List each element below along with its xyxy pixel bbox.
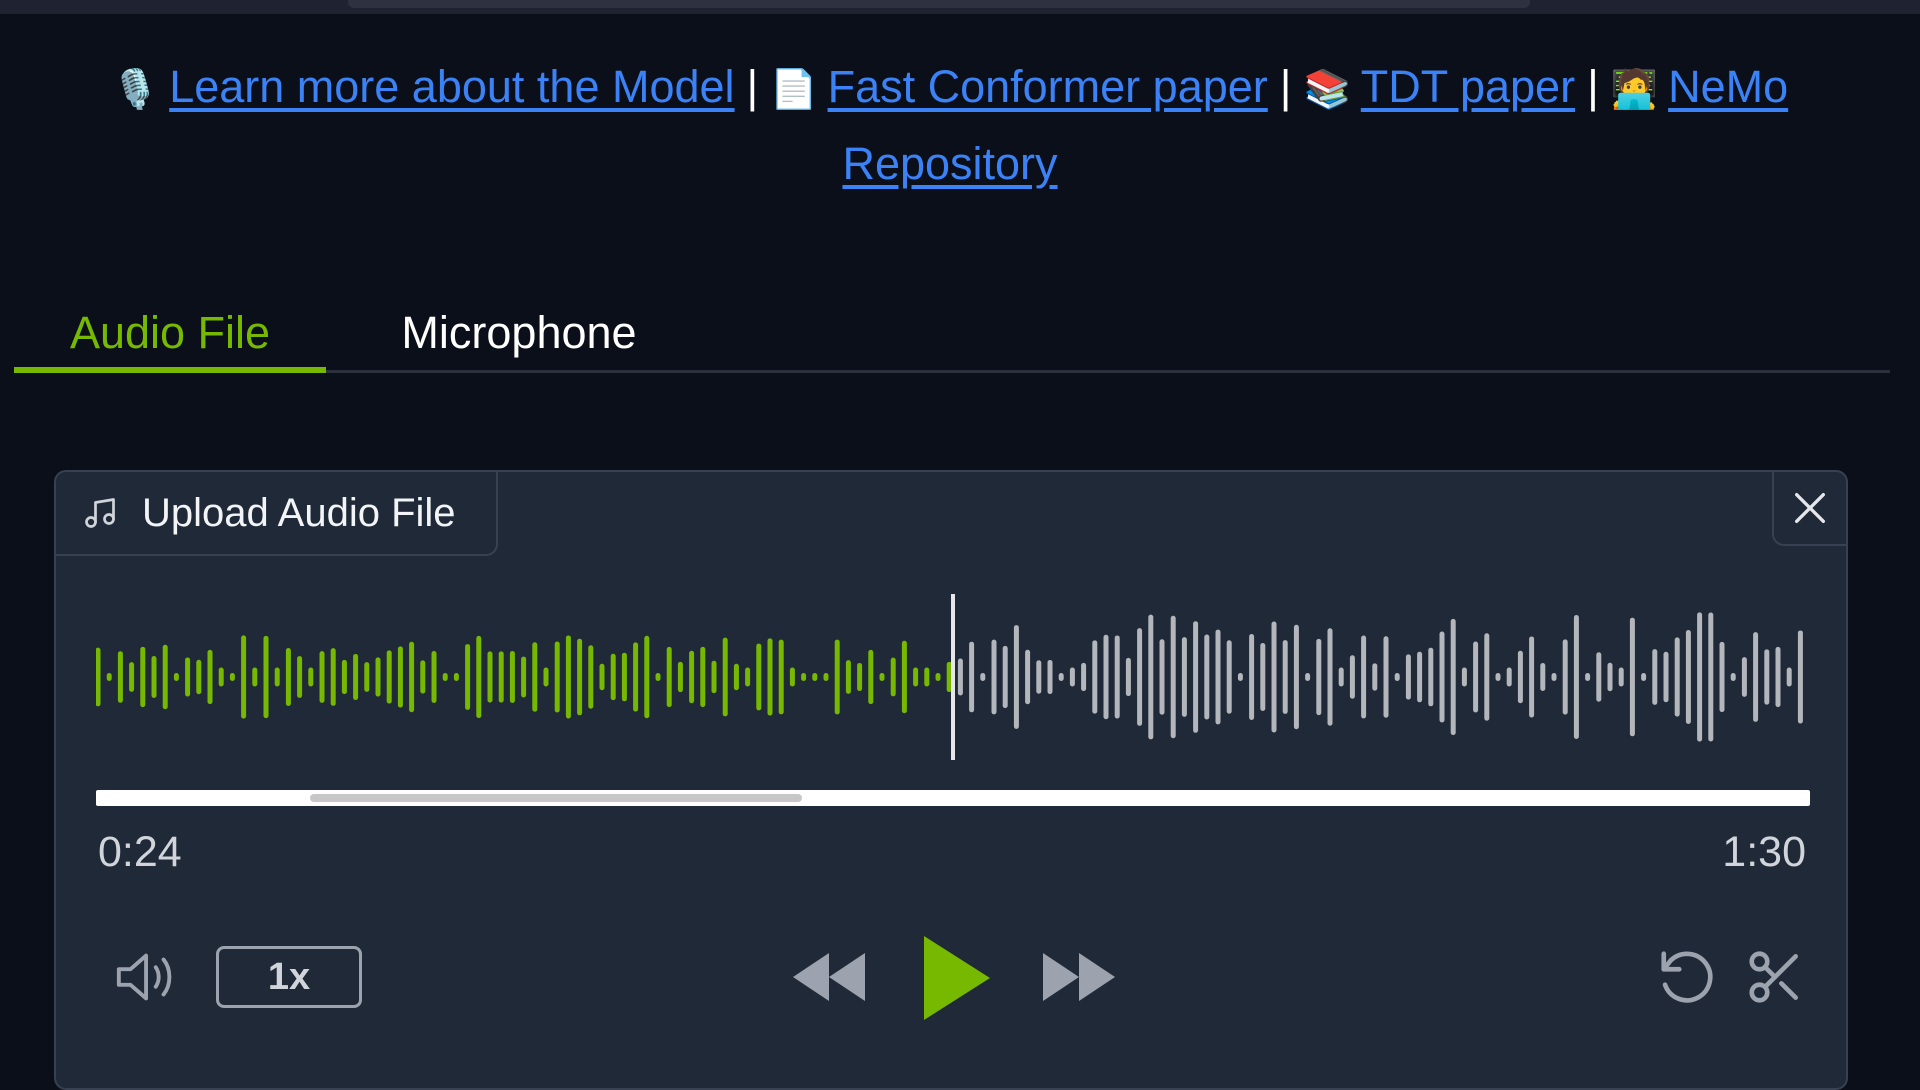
tab-microphone[interactable]: Microphone (354, 296, 684, 370)
top-scrollbar[interactable] (348, 0, 1530, 8)
rewind-icon (793, 953, 865, 1001)
tdt-link-label: TDT paper (1360, 61, 1576, 112)
books-emoji-icon: 📚 (1303, 69, 1351, 111)
undo-icon (1661, 951, 1713, 1003)
fast-forward-icon (1043, 953, 1115, 1001)
close-button[interactable] (1772, 472, 1846, 546)
music-note-icon (85, 498, 115, 528)
upload-audio-label: Upload Audio File (56, 472, 498, 556)
resource-links: 🎙️ Learn more about the Model | 📄 Fast Confo… (60, 50, 1840, 201)
audio-player-panel: Upload Audio File 0:24 1:30 1x (54, 470, 1848, 1090)
trim-button[interactable] (1740, 942, 1810, 1012)
current-time: 0:24 (98, 828, 182, 876)
model-link[interactable]: 🎙️ Learn more about the Model (112, 61, 735, 112)
upload-audio-label-text: Upload Audio File (142, 490, 456, 535)
scissors-icon (1749, 951, 1798, 1003)
tdt-link[interactable]: 📚 TDT paper (1303, 61, 1575, 112)
reset-button[interactable] (1652, 942, 1722, 1012)
progress-scroll-thumb[interactable] (310, 794, 802, 802)
fast-conformer-link[interactable]: 📄 Fast Conformer paper (770, 61, 1268, 112)
play-button[interactable] (916, 932, 996, 1024)
model-link-label: Learn more about the Model (169, 61, 735, 112)
fast-conformer-link-label: Fast Conformer paper (827, 61, 1268, 112)
link-separator: | (746, 61, 759, 112)
progress-track[interactable] (96, 790, 1810, 806)
link-separator: | (1587, 61, 1599, 112)
play-icon (924, 936, 990, 1020)
document-emoji-icon: 📄 (770, 69, 818, 111)
total-duration: 1:30 (1722, 828, 1806, 876)
tab-audio-file[interactable]: Audio File (14, 296, 326, 373)
volume-button[interactable] (112, 942, 184, 1012)
input-tabs: Audio File Microphone (14, 280, 1890, 373)
microphone-emoji-icon: 🎙️ (111, 69, 160, 111)
waveform[interactable] (96, 592, 1810, 762)
technologist-emoji-icon: 🧑‍💻 (1610, 69, 1659, 111)
volume-icon (116, 953, 172, 1001)
rewind-button[interactable] (790, 942, 868, 1012)
link-separator: | (1279, 61, 1292, 112)
browser-top-bar (0, 0, 1920, 14)
playback-speed-button[interactable]: 1x (216, 946, 362, 1008)
close-icon (1795, 493, 1825, 523)
fast-forward-button[interactable] (1040, 942, 1118, 1012)
